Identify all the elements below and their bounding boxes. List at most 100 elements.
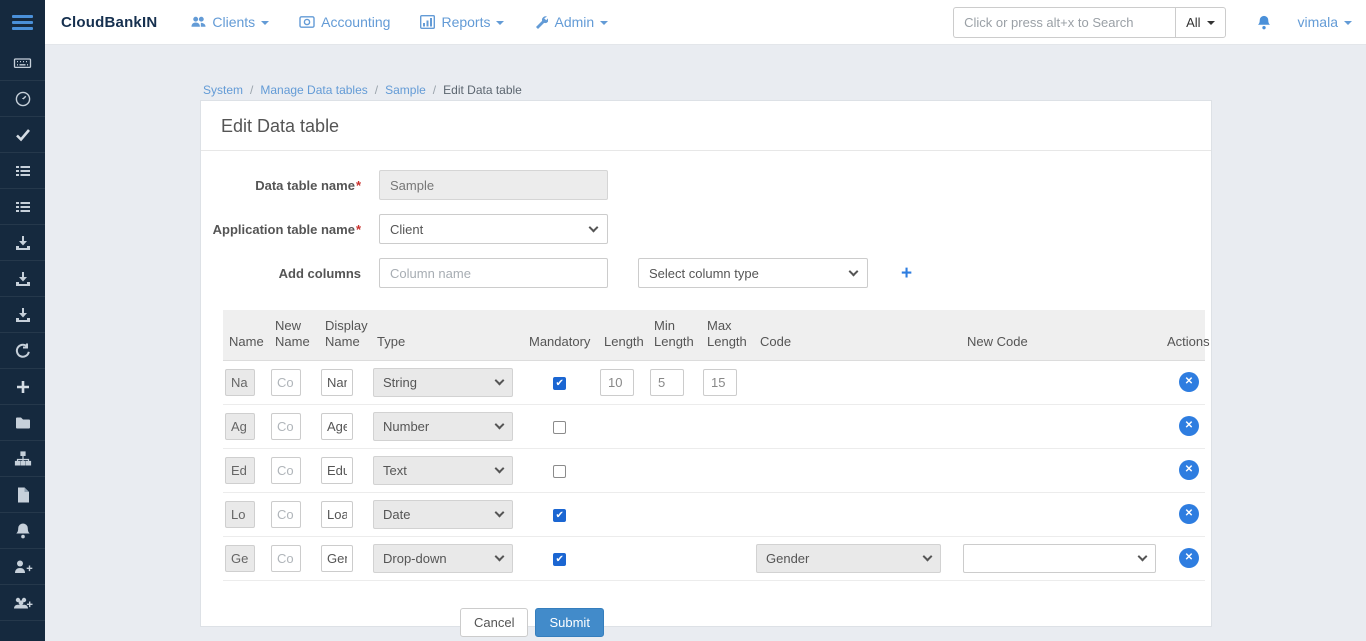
chevron-down-icon	[495, 419, 505, 429]
required-asterisk: *	[356, 222, 361, 237]
users-plus-icon	[13, 594, 33, 612]
chevron-down-icon	[849, 266, 859, 276]
sidebar-item-add[interactable]	[0, 369, 45, 405]
chevron-down-icon	[589, 222, 599, 232]
type-select: Drop-down	[373, 544, 513, 573]
type-select: String	[373, 368, 513, 397]
nav-clients[interactable]: Clients	[191, 14, 269, 30]
length-input[interactable]	[600, 369, 634, 396]
main-content: System/Manage Data tables/Sample/Edit Da…	[45, 45, 1366, 641]
delete-row-button[interactable]	[1179, 548, 1199, 568]
column-type-select[interactable]: Select column type	[638, 258, 868, 288]
refresh-icon	[14, 342, 32, 360]
chevron-down-icon	[923, 551, 933, 561]
global-search: All	[953, 7, 1225, 38]
add-columns-label: Add columns	[201, 266, 361, 281]
col-header-type: Type	[371, 310, 523, 360]
mandatory-checkbox[interactable]	[553, 509, 566, 522]
sidebar-item-keyboard[interactable]	[0, 45, 45, 81]
sidebar-item-folder[interactable]	[0, 405, 45, 441]
display-name-input[interactable]	[321, 457, 353, 484]
download-icon	[14, 234, 32, 252]
breadcrumb: System/Manage Data tables/Sample/Edit Da…	[203, 83, 522, 97]
delete-row-button[interactable]	[1179, 460, 1199, 480]
file-icon	[14, 486, 32, 504]
application-table-select[interactable]: Client	[379, 214, 608, 244]
new-name-input[interactable]	[271, 501, 301, 528]
name-input	[225, 501, 255, 528]
sidebar-item-hierarchy[interactable]	[0, 441, 45, 477]
nav-admin[interactable]: Admin	[534, 14, 608, 30]
column-name-input[interactable]	[379, 258, 608, 288]
sidebar-item-list-2[interactable]	[0, 189, 45, 225]
sidebar-item-import-1[interactable]	[0, 225, 45, 261]
bar-chart-icon	[420, 15, 435, 29]
sidebar-item-dashboard[interactable]	[0, 81, 45, 117]
sidebar-toggle-button[interactable]	[0, 0, 45, 45]
new-name-input[interactable]	[271, 545, 301, 572]
new-name-input[interactable]	[271, 369, 301, 396]
submit-button[interactable]: Submit	[535, 608, 603, 637]
col-header-actions: Actions	[1161, 310, 1205, 360]
sidebar-item-import-3[interactable]	[0, 297, 45, 333]
sidebar-item-add-user[interactable]	[0, 549, 45, 585]
sidebar-item-notifications[interactable]	[0, 513, 45, 549]
sidebar-item-add-group[interactable]	[0, 585, 45, 621]
display-name-input[interactable]	[321, 501, 353, 528]
search-input[interactable]	[953, 7, 1175, 38]
sidebar-item-import-2[interactable]	[0, 261, 45, 297]
type-select: Number	[373, 412, 513, 441]
mandatory-checkbox[interactable]	[553, 553, 566, 566]
breadcrumb-current: Edit Data table	[443, 83, 522, 97]
sidebar-item-list-1[interactable]	[0, 153, 45, 189]
name-input	[225, 413, 255, 440]
max-length-input[interactable]	[703, 369, 737, 396]
name-input	[225, 369, 255, 396]
mandatory-checkbox[interactable]	[553, 377, 566, 390]
brand-logo: CloudBankIN	[61, 14, 157, 31]
delete-row-button[interactable]	[1179, 504, 1199, 524]
mandatory-checkbox[interactable]	[553, 465, 566, 478]
col-header-new-name: New Name	[269, 310, 319, 360]
table-row: Text	[223, 448, 1205, 492]
type-select: Date	[373, 500, 513, 529]
display-name-input[interactable]	[321, 413, 353, 440]
chevron-down-icon	[495, 507, 505, 517]
hamburger-icon	[12, 12, 33, 33]
user-plus-icon	[13, 558, 33, 576]
user-menu[interactable]: vimala	[1298, 14, 1352, 30]
bell-icon	[1256, 14, 1272, 31]
new-name-input[interactable]	[271, 457, 301, 484]
display-name-input[interactable]	[321, 545, 353, 572]
table-row: Drop-down Gender	[223, 536, 1205, 580]
page-title: Edit Data table	[201, 101, 1211, 151]
username: vimala	[1298, 14, 1338, 30]
mandatory-checkbox[interactable]	[553, 421, 566, 434]
breadcrumb-manage-data-tables[interactable]: Manage Data tables	[260, 83, 367, 97]
nav-accounting[interactable]: Accounting	[299, 14, 390, 30]
delete-row-button[interactable]	[1179, 372, 1199, 392]
nav-reports[interactable]: Reports	[420, 14, 504, 30]
add-column-button[interactable]: +	[901, 264, 912, 283]
table-row: Number	[223, 404, 1205, 448]
notifications-button[interactable]	[1256, 14, 1272, 31]
breadcrumb-sample[interactable]: Sample	[385, 83, 426, 97]
new-name-input[interactable]	[271, 413, 301, 440]
col-header-length: Length	[598, 310, 648, 360]
chevron-down-icon	[261, 21, 269, 25]
sidebar-item-refresh[interactable]	[0, 333, 45, 369]
min-length-input[interactable]	[650, 369, 684, 396]
display-name-input[interactable]	[321, 369, 353, 396]
download-icon	[14, 306, 32, 324]
cancel-button[interactable]: Cancel	[460, 608, 528, 637]
delete-row-button[interactable]	[1179, 416, 1199, 436]
breadcrumb-system[interactable]: System	[203, 83, 243, 97]
data-table-name-input	[379, 170, 608, 200]
chevron-down-icon	[495, 551, 505, 561]
sidebar-item-documents[interactable]	[0, 477, 45, 513]
search-scope-button[interactable]: All	[1175, 7, 1225, 38]
sidebar-item-approvals[interactable]	[0, 117, 45, 153]
new-code-select[interactable]	[963, 544, 1156, 573]
wrench-icon	[534, 15, 548, 29]
col-header-display-name: Display Name	[319, 310, 371, 360]
